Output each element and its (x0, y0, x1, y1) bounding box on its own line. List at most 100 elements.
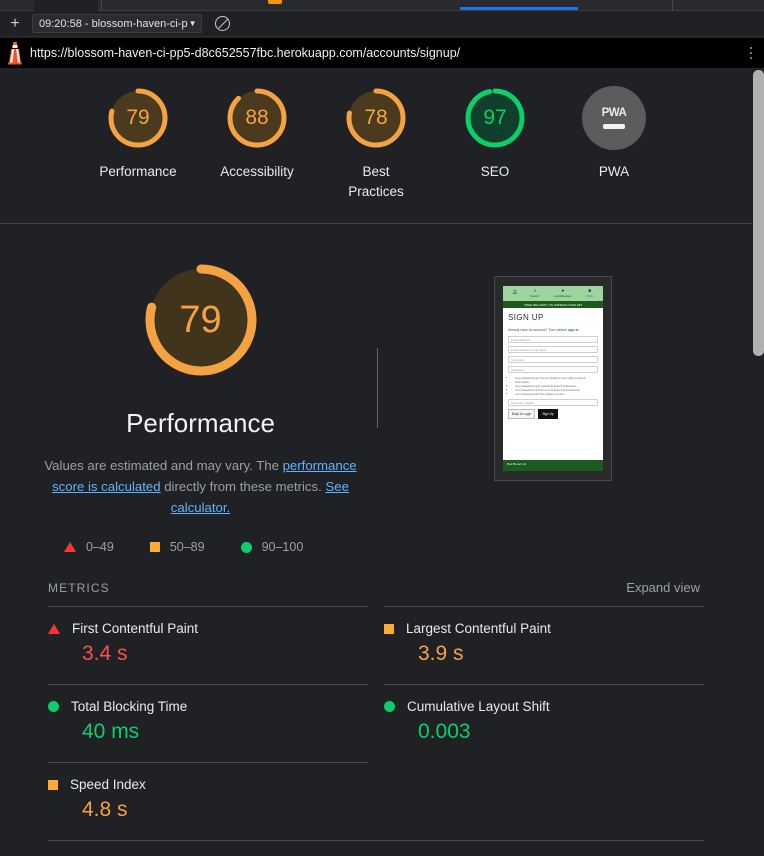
metric-name: Speed Index (70, 777, 146, 792)
score-gauge-seo[interactable]: 97 SEO (447, 86, 544, 182)
thumb-heading: SIGN UP (508, 313, 544, 322)
gauge-score-accessibility: 88 (245, 106, 269, 129)
metric-name: Cumulative Layout Shift (407, 699, 550, 714)
gauge-label-performance: Performance (99, 164, 177, 179)
thumb-signin-post: . (578, 328, 580, 332)
gauge-ring-performance: 79 (106, 86, 170, 150)
tabstrip-divider (672, 0, 673, 11)
thumb-password-hints: Your password can't be too similar to yo… (515, 376, 598, 396)
legend-label-fail: 0–49 (86, 540, 114, 554)
report-select-label: 09:20:58 - blossom-haven-ci-p (39, 17, 188, 30)
description-text-1: Values are estimated and may vary. The (44, 458, 283, 473)
metrics-header: METRICS Expand view (24, 554, 728, 595)
thumb-signin-link: sign in (567, 328, 579, 332)
gauge-label-accessibility: Accessibility (220, 164, 294, 179)
report-scrollbar[interactable] (752, 68, 764, 856)
metric-first-contentful-paint[interactable]: First Contentful Paint 3.4 s (48, 606, 368, 684)
category-summary: 79 Performance Values are estimated and … (24, 260, 377, 518)
thumb-field-password: Password (508, 366, 598, 373)
legend-label-pass: 90–100 (261, 540, 304, 554)
pwa-badge-text: PWA (601, 107, 627, 119)
gauge-score-seo: 97 (483, 106, 507, 129)
metric-speed-index[interactable]: Speed Index 4.8 s (48, 762, 368, 840)
thumb-cart: ■ £0.00 (586, 289, 594, 298)
lighthouse-report: 79 Performance 88 Accessibility 78 Best … (0, 68, 752, 856)
thumb-hamburger: ☰ (513, 291, 517, 296)
devtools-tab-marker-icon (268, 0, 282, 4)
metric-value: 4.8 s (82, 798, 128, 821)
more-options-icon[interactable] (738, 38, 764, 68)
square-icon (384, 623, 394, 634)
square-icon (48, 779, 58, 790)
thumb-account-label: Login/Register (553, 294, 572, 298)
legend-item-pass: 90–100 (240, 540, 304, 554)
metrics-grid: First Contentful Paint 3.4 s Largest Con… (24, 606, 728, 840)
thumb-delivery-banner: FREE DELIVERY ON ORDERS OVER £50 (503, 301, 603, 308)
score-gauge-performance[interactable]: 79 Performance (90, 86, 187, 182)
score-gauge-accessibility[interactable]: 88 Accessibility (209, 86, 306, 182)
chevron-down-icon: ▼ (188, 19, 197, 28)
thumb-field-email: Email address (508, 336, 598, 343)
lighthouse-logo-icon (0, 38, 30, 68)
pwa-badge-icon: PWA (582, 86, 646, 150)
metrics-bottom-divider (48, 840, 704, 841)
score-gauge-best-practices[interactable]: 78 Best Practices (328, 86, 425, 202)
new-report-button[interactable]: + (0, 11, 30, 37)
score-gauge-pwa[interactable]: PWA PWA (566, 86, 663, 182)
performance-gauge-large: 79 (141, 260, 261, 380)
metric-name: Largest Contentful Paint (406, 621, 551, 636)
thumb-back-to-login-button: Back to Login (508, 409, 536, 419)
thumb-signup-button: Sign Up (538, 409, 558, 419)
devtools-panel-tabstrip[interactable] (0, 0, 764, 11)
triangle-icon (64, 542, 76, 552)
thumb-navbar: ☰ ⌕ Search ● Login/Register ■ £0.00 (503, 286, 603, 301)
thumb-hint: Your password can't be too similar to yo… (515, 376, 598, 384)
square-icon (149, 542, 160, 552)
thumb-field-password-again: Password (again) (508, 399, 598, 406)
gauge-ring-best-practices: 78 (344, 86, 408, 150)
thumb-signin-pre: Already have an account? Then please (508, 328, 568, 332)
report-url-bar: https://blossom-haven-ci-pp5-d8c652557fb… (0, 38, 764, 68)
devtools-tab-inactive[interactable] (34, 0, 98, 11)
metric-value: 40 ms (82, 720, 140, 743)
performance-score-large: 79 (179, 298, 222, 341)
devtools-tab-active-underline (460, 7, 578, 10)
category-title: Performance (126, 408, 275, 438)
legend-item-fail: 0–49 (64, 540, 114, 554)
expand-view-toggle[interactable]: Expand view (626, 580, 700, 595)
score-legend: 0–49 50–89 90–100 (24, 518, 728, 554)
triangle-icon (48, 623, 60, 634)
final-screenshot-panel: ☰ ⌕ Search ● Login/Register ■ £0.00 FREE… (378, 260, 728, 518)
metric-value: 0.003 (418, 720, 471, 743)
thumb-search: ⌕ Search (530, 289, 540, 298)
metric-name: Total Blocking Time (71, 699, 188, 714)
thumb-search-label: Search (530, 294, 540, 298)
gauge-label-line2: Practices (348, 184, 404, 199)
clear-all-icon[interactable] (214, 16, 230, 31)
gauge-label-pwa: PWA (598, 164, 630, 179)
thumb-field-email-confirm: Email address confirmation (508, 346, 598, 353)
report-scrollbar-thumb[interactable] (753, 70, 764, 356)
metric-cumulative-layout-shift[interactable]: Cumulative Layout Shift 0.003 (384, 684, 704, 762)
thumb-cart-label: £0.00 (586, 294, 594, 298)
circle-icon (240, 541, 252, 553)
final-screenshot-thumbnail[interactable]: ☰ ⌕ Search ● Login/Register ■ £0.00 FREE… (494, 276, 612, 481)
pwa-dash-icon (603, 124, 625, 129)
hamburger-icon: ☰ (512, 290, 518, 296)
report-select[interactable]: 09:20:58 - blossom-haven-ci-p ▼ (32, 14, 202, 33)
lighthouse-toolbar: + 09:20:58 - blossom-haven-ci-p ▼ (0, 11, 764, 37)
gauge-label-seo: SEO (480, 164, 510, 179)
thumb-hint: Your password can't be entirely numeric. (515, 392, 598, 396)
gauge-label-best-practices: Best Practices (348, 162, 404, 202)
description-text-2: directly from these metrics. (160, 479, 326, 494)
metric-value: 3.4 s (82, 642, 128, 665)
legend-label-average: 50–89 (169, 540, 205, 554)
metric-total-blocking-time[interactable]: Total Blocking Time 40 ms (48, 684, 368, 762)
circle-icon (384, 701, 395, 712)
gauge-ring-accessibility: 88 (225, 86, 289, 150)
metric-name: First Contentful Paint (72, 621, 199, 636)
category-description: Values are estimated and may vary. The p… (36, 455, 366, 518)
metric-largest-contentful-paint[interactable]: Largest Contentful Paint 3.9 s (384, 606, 704, 684)
score-gauges-strip: 79 Performance 88 Accessibility 78 Best … (0, 68, 752, 224)
report-url: https://blossom-haven-ci-pp5-d8c652557fb… (30, 46, 461, 60)
